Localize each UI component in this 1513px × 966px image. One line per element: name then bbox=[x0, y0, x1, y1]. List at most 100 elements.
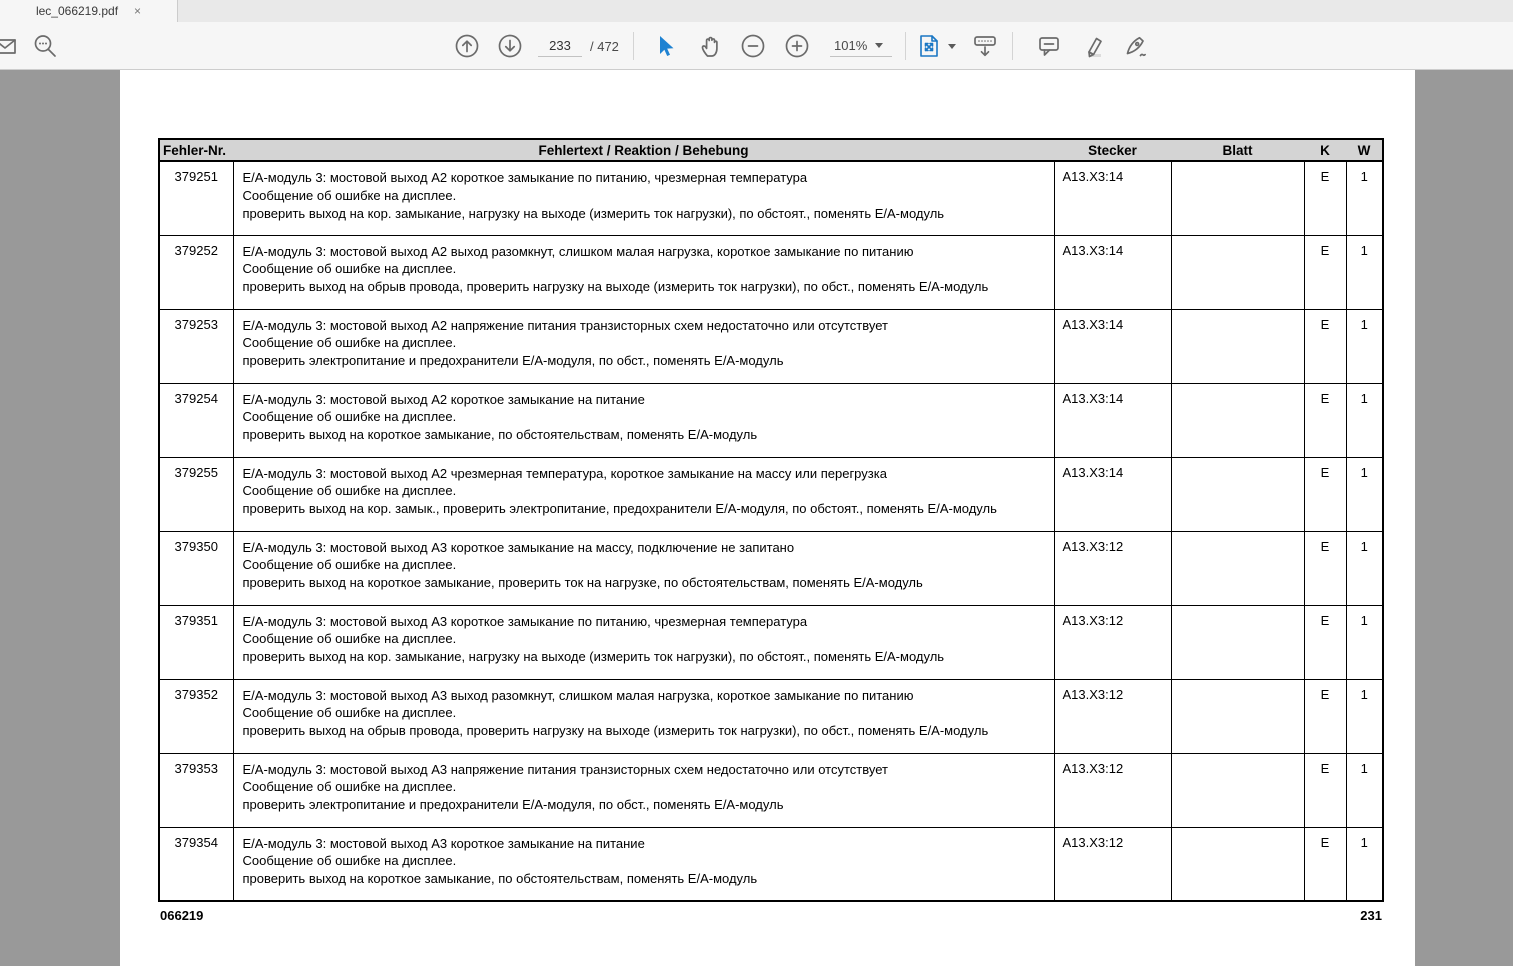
document-viewer[interactable]: Fehler-Nr. Fehlertext / Reaktion / Beheb… bbox=[0, 70, 1513, 966]
table-row: 379254 Е/А-модуль 3: мостовой выход А2 к… bbox=[158, 382, 1384, 458]
k-value: E bbox=[1303, 530, 1347, 606]
error-remedy-line: проверить электропитание и предохранител… bbox=[242, 797, 784, 813]
error-reaction-line: Сообщение об ошибке на дисплее. bbox=[242, 409, 457, 425]
error-remedy-line: проверить выход на короткое замыкание, п… bbox=[242, 575, 923, 591]
page-total-label: / 472 bbox=[590, 39, 619, 54]
error-text-line: Е/А-модуль 3: мостовой выход А3 напряжен… bbox=[242, 761, 888, 777]
blatt-value bbox=[1170, 160, 1305, 236]
stecker-value: A13.X3:12 bbox=[1053, 752, 1172, 828]
zoom-in-icon[interactable] bbox=[784, 33, 810, 59]
error-number: 379255 bbox=[158, 456, 234, 532]
tab-title: lec_066219.pdf bbox=[35, 4, 119, 18]
error-reaction-line: Сообщение об ошибке на дисплее. bbox=[242, 261, 457, 277]
blatt-value bbox=[1170, 456, 1305, 532]
zoom-out-icon[interactable] bbox=[740, 33, 766, 59]
stecker-value: A13.X3:14 bbox=[1053, 308, 1172, 384]
error-text-line: Е/А-модуль 3: мостовой выход А2 короткое… bbox=[242, 170, 808, 185]
w-value: 1 bbox=[1345, 826, 1384, 902]
error-remedy-line: проверить выход на короткое замыкание, п… bbox=[242, 427, 758, 443]
error-text-line: Е/А-модуль 3: мостовой выход А3 короткое… bbox=[242, 613, 808, 629]
column-header-k: K bbox=[1304, 139, 1346, 162]
error-reaction-line: Сообщение об ошибке на дисплее. bbox=[242, 335, 457, 351]
error-remedy-line: проверить выход на кор. замыкание, нагру… bbox=[242, 205, 945, 221]
page-fit-icon[interactable] bbox=[916, 33, 942, 59]
error-remedy-line: проверить выход на короткое замыкание, п… bbox=[242, 871, 758, 887]
error-number: 379254 bbox=[158, 382, 234, 458]
stecker-value: A13.X3:12 bbox=[1053, 826, 1172, 902]
error-description: Е/А-модуль 3: мостовой выход А3 выход ра… bbox=[232, 678, 1055, 754]
error-reaction-line: Сообщение об ошибке на дисплее. bbox=[242, 187, 457, 203]
error-remedy-line: проверить выход на кор. замык., проверит… bbox=[242, 501, 997, 517]
error-reaction-line: Сообщение об ошибке на дисплее. bbox=[242, 631, 457, 647]
chevron-down-icon[interactable] bbox=[948, 44, 956, 49]
search-icon[interactable] bbox=[32, 33, 58, 59]
tab-bar: lec_066219.pdf × bbox=[0, 0, 1513, 22]
page-down-icon[interactable] bbox=[497, 33, 523, 59]
document-tab[interactable]: lec_066219.pdf × bbox=[0, 0, 178, 22]
error-description: Е/А-модуль 3: мостовой выход А2 короткое… bbox=[232, 382, 1055, 458]
table-row: 379351 Е/А-модуль 3: мостовой выход А3 к… bbox=[158, 604, 1384, 680]
signature-pen-icon[interactable] bbox=[1122, 33, 1148, 59]
error-reaction-line: Сообщение об ошибке на дисплее. bbox=[242, 483, 457, 499]
error-remedy-line: проверить выход на обрыв провода, провер… bbox=[242, 723, 989, 739]
error-description: Е/А-модуль 3: мостовой выход А2 напряжен… bbox=[232, 308, 1055, 384]
w-value: 1 bbox=[1345, 752, 1384, 828]
select-tool-icon[interactable] bbox=[652, 33, 678, 59]
w-value: 1 bbox=[1345, 234, 1384, 310]
error-description: Е/А-модуль 3: мостовой выход А2 чрезмерн… bbox=[232, 456, 1055, 532]
error-text-line: Е/А-модуль 3: мостовой выход А2 чрезмерн… bbox=[242, 465, 887, 481]
w-value: 1 bbox=[1345, 160, 1384, 236]
hand-tool-icon[interactable] bbox=[697, 33, 723, 59]
error-description: Е/А-модуль 3: мостовой выход А3 короткое… bbox=[232, 826, 1055, 902]
error-text-line: Е/А-модуль 3: мостовой выход А2 выход ра… bbox=[242, 243, 914, 259]
error-number: 379252 bbox=[158, 234, 234, 310]
close-icon[interactable]: × bbox=[134, 5, 141, 17]
zoom-level-value: 101% bbox=[834, 38, 868, 53]
error-number: 379350 bbox=[158, 530, 234, 606]
page-number-input[interactable] bbox=[538, 35, 582, 57]
error-description: Е/А-модуль 3: мостовой выход А2 выход ра… bbox=[232, 234, 1055, 310]
error-reaction-line: Сообщение об ошибке на дисплее. bbox=[242, 779, 457, 795]
error-remedy-line: проверить выход на кор. замыкание, нагру… bbox=[242, 649, 945, 665]
error-number: 379351 bbox=[158, 604, 234, 680]
stecker-value: A13.X3:12 bbox=[1053, 678, 1172, 754]
table-row: 379350 Е/А-модуль 3: мостовой выход А3 к… bbox=[158, 530, 1384, 606]
zoom-level-dropdown[interactable]: 101% bbox=[830, 35, 892, 57]
w-value: 1 bbox=[1345, 382, 1384, 458]
blatt-value bbox=[1170, 678, 1305, 754]
blatt-value bbox=[1170, 826, 1305, 902]
column-header-fehlertext: Fehlertext / Reaktion / Behebung bbox=[233, 139, 1054, 162]
stecker-value: A13.X3:14 bbox=[1053, 234, 1172, 310]
page-number-printed: 231 bbox=[1360, 908, 1382, 923]
k-value: E bbox=[1303, 456, 1347, 532]
blatt-value bbox=[1170, 530, 1305, 606]
error-text-line: Е/А-модуль 3: мостовой выход А3 выход ра… bbox=[242, 687, 914, 703]
blatt-value bbox=[1170, 604, 1305, 680]
blatt-value bbox=[1170, 234, 1305, 310]
document-number: 066219 bbox=[160, 908, 204, 923]
stecker-value: A13.X3:12 bbox=[1053, 604, 1172, 680]
column-header-blatt: Blatt bbox=[1171, 139, 1304, 162]
w-value: 1 bbox=[1345, 308, 1384, 384]
toolbar-divider bbox=[905, 32, 906, 60]
column-header-fehler-nr: Fehler-Nr. bbox=[159, 139, 233, 162]
error-number: 379253 bbox=[158, 308, 234, 384]
table-row: 379354 Е/А-модуль 3: мостовой выход А3 к… bbox=[158, 826, 1384, 902]
blatt-value bbox=[1170, 382, 1305, 458]
error-table: Fehler-Nr. Fehlertext / Reaktion / Beheb… bbox=[158, 138, 1384, 902]
hide-toolbar-icon[interactable] bbox=[972, 33, 998, 59]
error-number: 379354 bbox=[158, 826, 234, 902]
error-text-line: Е/А-модуль 3: мостовой выход А2 короткое… bbox=[242, 391, 645, 407]
k-value: E bbox=[1303, 604, 1347, 680]
pdf-viewer-window: lec_066219.pdf × / 472 bbox=[0, 0, 1513, 966]
comment-icon[interactable] bbox=[1036, 33, 1062, 59]
w-value: 1 bbox=[1345, 530, 1384, 606]
page-up-icon[interactable] bbox=[454, 33, 480, 59]
error-text-line: Е/А-модуль 3: мостовой выход А2 напряжен… bbox=[242, 317, 888, 333]
column-header-w: W bbox=[1346, 139, 1383, 162]
highlighter-icon[interactable] bbox=[1080, 33, 1106, 59]
envelope-icon[interactable] bbox=[0, 33, 19, 59]
table-header-row: Fehler-Nr. Fehlertext / Reaktion / Beheb… bbox=[159, 139, 1383, 162]
k-value: E bbox=[1303, 752, 1347, 828]
error-description: Е/А-модуль 3: мостовой выход А3 короткое… bbox=[232, 530, 1055, 606]
